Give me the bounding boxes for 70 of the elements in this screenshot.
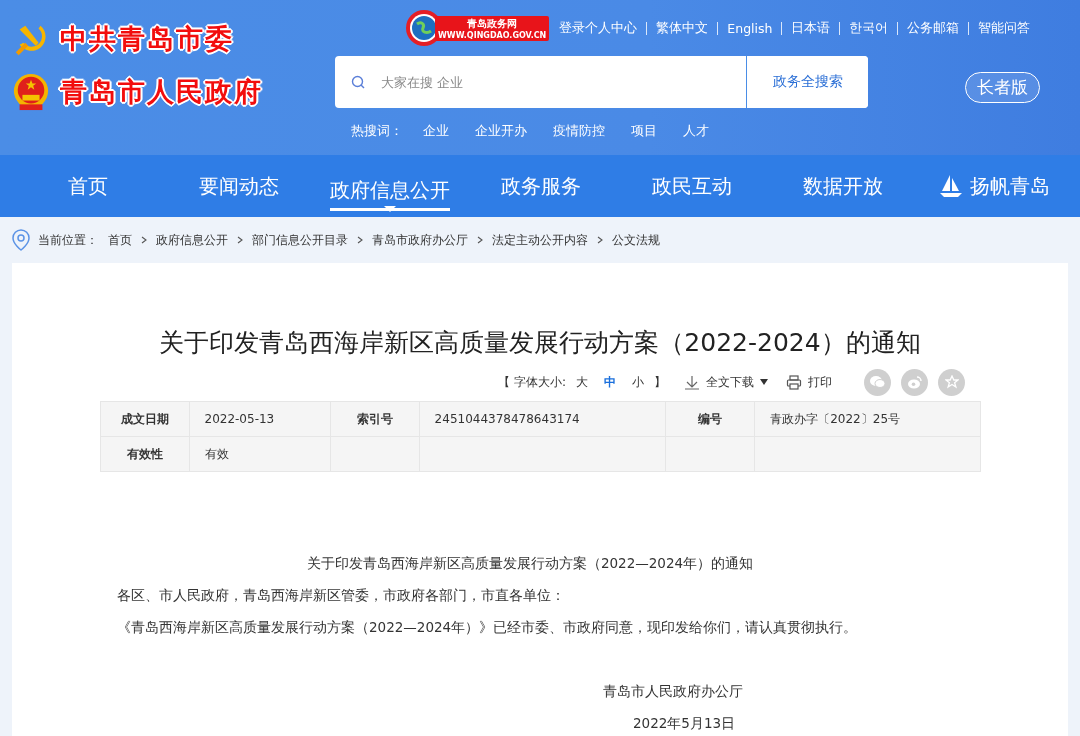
bracket-text: 】 — [654, 373, 666, 391]
hot-search-link[interactable]: 人才 — [683, 123, 709, 140]
hot-search-link[interactable]: 企业 — [423, 123, 449, 140]
hot-search-label: 热搜词： — [351, 123, 403, 140]
notice-heading: 关于印发青岛西海岸新区高质量发展行动方案（2022—2024年）的通知 — [305, 554, 755, 573]
field-value: 2022-05-13 — [189, 401, 331, 437]
download-link[interactable]: 全文下载 — [684, 373, 768, 391]
hot-search-link[interactable]: 企业开办 — [475, 123, 527, 140]
field-label: 索引号 — [330, 401, 420, 437]
field-value: 青政办字〔2022〕25号 — [754, 401, 980, 437]
font-size-option[interactable]: 大 — [576, 373, 588, 391]
issue-date: 2022年5月13日 — [632, 714, 737, 733]
favorite-button[interactable] — [938, 368, 965, 396]
font-size-option[interactable]: 中 — [604, 373, 616, 391]
article-title: 关于印发青岛西海岸新区高质量发展行动方案（2022-2024）的通知 — [158, 327, 922, 359]
field-label: 成文日期 — [100, 401, 189, 437]
search-bar[interactable]: 大家在搜 企业 政务全搜索 — [335, 56, 868, 108]
nav-tab[interactable]: 数据开放 — [802, 155, 883, 217]
top-link[interactable]: 한국어 — [849, 19, 889, 37]
top-link[interactable]: 繁体中文 — [656, 19, 709, 37]
chevron-icon — [141, 236, 147, 244]
breadcrumb-link[interactable]: 部门信息公开目录 — [252, 231, 348, 249]
body-paragraph: 《青岛西海岸新区高质量发展行动方案（2022—2024年）》已经市委、市政府同意，现印发给你们，请认真贯彻执行。 — [116, 618, 859, 637]
breadcrumb-link[interactable]: 政府信息公开 — [156, 231, 228, 249]
site-title: 青岛市人民政府 — [60, 75, 263, 109]
field-value: 2451044378478643174 — [419, 401, 666, 437]
field-value: 有效 — [189, 436, 331, 472]
breadcrumb-link[interactable]: 首页 — [108, 231, 132, 249]
top-link[interactable]: English — [727, 20, 773, 36]
hot-search-link[interactable]: 疫情防控 — [553, 123, 605, 140]
printer-icon — [786, 374, 802, 390]
hot-search-link[interactable]: 项目 — [631, 123, 657, 140]
nav-tab[interactable]: 政务服务 — [500, 155, 581, 217]
search-icon — [351, 75, 365, 89]
top-link[interactable]: 智能问答 — [978, 19, 1031, 37]
top-link[interactable]: 日本语 — [791, 19, 831, 37]
site-title: 中共青岛市委 — [60, 22, 234, 56]
body-paragraph: 各区、市人民政府，青岛西海岸新区管委，市政府各部门，市直各单位： — [116, 586, 566, 605]
nav-tab[interactable]: 扬帆青岛 — [937, 155, 1050, 217]
download-icon — [684, 374, 700, 390]
font-size-label: 【 字体大小: — [498, 373, 566, 391]
field-label: 有效性 — [100, 436, 189, 472]
chevron-icon — [357, 236, 363, 244]
breadcrumb-link[interactable]: 青岛市政府办公厅 — [372, 231, 468, 249]
swirl-icon — [906, 375, 923, 389]
nav-tab[interactable]: 政民互动 — [651, 155, 732, 217]
chevron-icon — [237, 236, 243, 244]
caret-icon — [760, 379, 768, 385]
location-pin-icon — [12, 229, 30, 251]
search-button[interactable]: 政务全搜索 — [746, 56, 868, 108]
chat-share-button[interactable] — [864, 368, 891, 396]
chevron-icon — [597, 236, 603, 244]
chat-bubbles-icon — [869, 375, 886, 389]
font-size-option[interactable]: 小 — [632, 373, 644, 391]
nav-tab[interactable]: 要闻动态 — [198, 155, 279, 217]
nav-tab[interactable]: 首页 — [67, 155, 108, 217]
issuer-signature: 青岛市人民政府办公厅 — [602, 682, 744, 701]
top-link[interactable]: 公务邮箱 — [907, 19, 960, 37]
breadcrumb-link[interactable]: 公文法规 — [612, 231, 660, 249]
breadcrumb-link[interactable]: 法定主动公开内容 — [492, 231, 588, 249]
elder-mode-button[interactable]: 长者版 — [965, 72, 1040, 103]
logo-title: 青岛政务网 WWW.QINGDAO.GOV.CN — [435, 15, 550, 41]
share-button[interactable] — [901, 368, 928, 396]
emblem-icon — [12, 72, 50, 112]
top-link[interactable]: 登录个人中心 — [559, 19, 638, 37]
star-icon — [944, 375, 959, 389]
chevron-icon — [477, 236, 483, 244]
breadcrumb-label: 当前位置： — [38, 231, 98, 249]
field-label: 编号 — [665, 401, 755, 437]
print-link[interactable]: 打印 — [786, 373, 832, 391]
